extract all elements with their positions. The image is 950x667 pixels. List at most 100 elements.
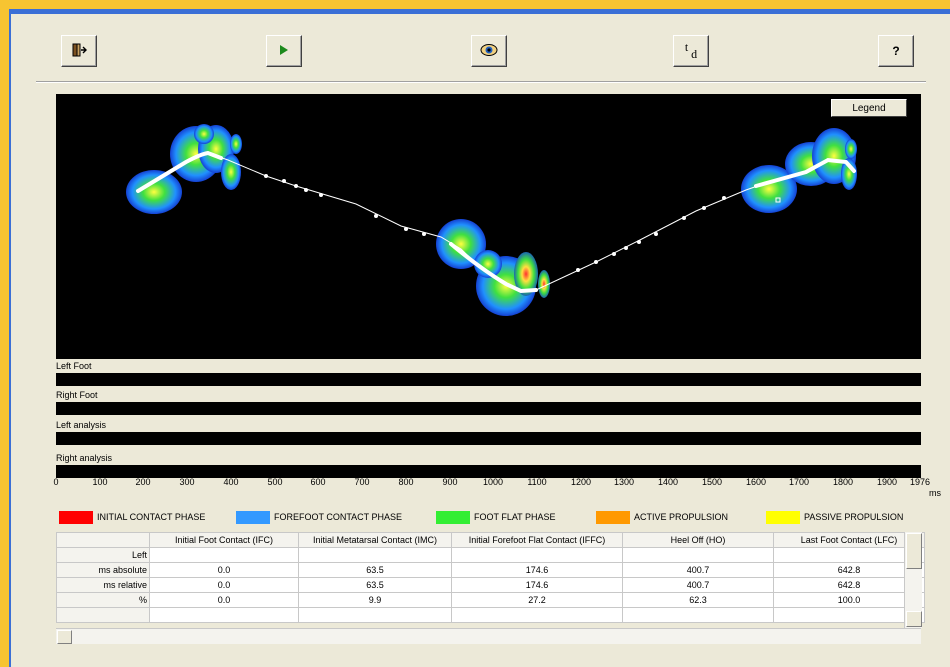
help-button[interactable]: ? bbox=[878, 35, 914, 67]
axis-tick bbox=[920, 472, 921, 476]
column-header bbox=[56, 532, 150, 548]
table-vertical-scrollbar[interactable] bbox=[904, 532, 922, 628]
play-button[interactable] bbox=[266, 35, 302, 67]
axis-tick-label: 1200 bbox=[570, 477, 592, 487]
axis-tick bbox=[187, 472, 188, 476]
table-row: % 0.0 9.9 27.2 62.3 100.0 bbox=[56, 592, 925, 608]
td-icon: td bbox=[684, 39, 698, 61]
row-header: ms relative bbox=[56, 577, 150, 593]
axis-tick-label: 800 bbox=[398, 477, 414, 487]
axis-tick-label: 1100 bbox=[527, 477, 547, 487]
axis-tick bbox=[275, 472, 276, 476]
phase-legend-label: INITIAL CONTACT PHASE bbox=[97, 512, 206, 522]
table-cell bbox=[773, 547, 925, 563]
axis-tick bbox=[537, 472, 538, 476]
axis-tick-label: 200 bbox=[135, 477, 151, 487]
axis-tick bbox=[56, 472, 57, 476]
table-cell: 0.0 bbox=[149, 562, 299, 578]
vertical-scroll-thumb[interactable] bbox=[906, 533, 922, 569]
table-row bbox=[56, 607, 925, 623]
axis-tick bbox=[712, 472, 713, 476]
axis-tick bbox=[887, 472, 888, 476]
table-cell bbox=[149, 547, 299, 563]
phase-legend-label: FOREFOOT CONTACT PHASE bbox=[274, 512, 403, 522]
table-cell: 0.0 bbox=[149, 592, 299, 608]
column-header: Heel Off (HO) bbox=[622, 532, 774, 548]
strip-label-right-foot: Right Foot bbox=[56, 389, 921, 402]
legend-button[interactable]: Legend bbox=[831, 99, 907, 117]
axis-tick-label: 1900 bbox=[876, 477, 898, 487]
table-cell bbox=[622, 607, 774, 623]
table-row: Left bbox=[56, 547, 925, 563]
vertical-scroll-down-button[interactable] bbox=[906, 611, 922, 627]
window-frame: td ? Legend Left Foot Right Foot Left an… bbox=[0, 0, 950, 667]
eye-icon bbox=[480, 43, 498, 60]
table-row: ms relative 0.0 63.5 174.6 400.7 642.8 bbox=[56, 577, 925, 593]
axis-tick-label: 1600 bbox=[745, 477, 767, 487]
table-cell: 63.5 bbox=[298, 562, 452, 578]
table-cell: 27.2 bbox=[451, 592, 623, 608]
table-cell bbox=[298, 607, 452, 623]
table-cell: 9.9 bbox=[298, 592, 452, 608]
table-cell: 62.3 bbox=[622, 592, 774, 608]
strip-bar-left-analysis bbox=[56, 432, 921, 445]
table-row: ms absolute 0.0 63.5 174.6 400.7 642.8 bbox=[56, 562, 925, 578]
axis-tick-label: 1400 bbox=[657, 477, 679, 487]
strip-label-right-analysis: Right analysis bbox=[56, 452, 921, 465]
axis-tick-label: 700 bbox=[354, 477, 370, 487]
axis-tick-label: 300 bbox=[179, 477, 195, 487]
footprint-1 bbox=[126, 124, 242, 214]
exit-door-icon bbox=[71, 42, 87, 61]
axis-tick-label: 1000 bbox=[482, 477, 504, 487]
window-top-border bbox=[11, 11, 950, 14]
phase-color-swatch bbox=[236, 511, 270, 524]
axis-tick-label: 1800 bbox=[832, 477, 854, 487]
time-delta-button[interactable]: td bbox=[673, 35, 709, 67]
phase-legend-label: FOOT FLAT PHASE bbox=[474, 512, 556, 522]
table-cell bbox=[451, 607, 623, 623]
axis-unit: ms bbox=[929, 488, 941, 498]
exit-button[interactable] bbox=[61, 35, 97, 67]
axis-tick bbox=[100, 472, 101, 476]
phase-color-swatch bbox=[59, 511, 93, 524]
table-cell: 642.8 bbox=[773, 562, 925, 578]
table-cell: 400.7 bbox=[622, 562, 774, 578]
phase-table: Initial Foot Contact (IFC) Initial Metata… bbox=[56, 532, 925, 623]
axis-tick bbox=[318, 472, 319, 476]
footprint-3 bbox=[741, 128, 857, 213]
app-window: td ? Legend Left Foot Right Foot Left an… bbox=[9, 9, 950, 667]
row-header: Left bbox=[56, 547, 150, 563]
axis-tick-label: 400 bbox=[223, 477, 239, 487]
column-header: Initial Metatarsal Contact (IMC) bbox=[298, 532, 452, 548]
table-cell bbox=[298, 547, 452, 563]
time-axis: 0 100 200 300 400 500 600 700 800 900 1000 1100 1200… bbox=[53, 472, 930, 498]
view-button[interactable] bbox=[471, 35, 507, 67]
axis-tick bbox=[668, 472, 669, 476]
footprint-2 bbox=[436, 219, 550, 316]
column-header: Last Foot Contact (LFC) bbox=[773, 532, 925, 548]
table-horizontal-scrollbar[interactable] bbox=[56, 628, 921, 644]
table-cell: 400.7 bbox=[622, 577, 774, 593]
strip-label-left-analysis: Left analysis bbox=[56, 419, 921, 432]
axis-tick bbox=[450, 472, 451, 476]
axis-tick-label: 600 bbox=[310, 477, 326, 487]
axis-tick bbox=[406, 472, 407, 476]
table-cell: 174.6 bbox=[451, 562, 623, 578]
axis-tick-label: 0 bbox=[53, 477, 59, 487]
toolbar-separator bbox=[36, 81, 926, 83]
axis-tick bbox=[581, 472, 582, 476]
axis-tick-label: 900 bbox=[442, 477, 458, 487]
strip-bar-left-foot bbox=[56, 373, 921, 386]
table-cell: 0.0 bbox=[149, 577, 299, 593]
column-header: Initial Foot Contact (IFC) bbox=[149, 532, 299, 548]
phase-legend-label: ACTIVE PROPULSION bbox=[634, 512, 729, 522]
horizontal-scroll-left-button[interactable] bbox=[57, 630, 72, 644]
pressure-footprints bbox=[126, 124, 857, 316]
strip-bar-right-foot bbox=[56, 402, 921, 415]
foot-pressure-plot[interactable]: Legend bbox=[56, 94, 921, 359]
phase-color-swatch bbox=[766, 511, 800, 524]
phase-color-swatch bbox=[436, 511, 470, 524]
play-icon bbox=[278, 44, 290, 59]
table-cell: 100.0 bbox=[773, 592, 925, 608]
axis-tick-label: 1700 bbox=[788, 477, 810, 487]
